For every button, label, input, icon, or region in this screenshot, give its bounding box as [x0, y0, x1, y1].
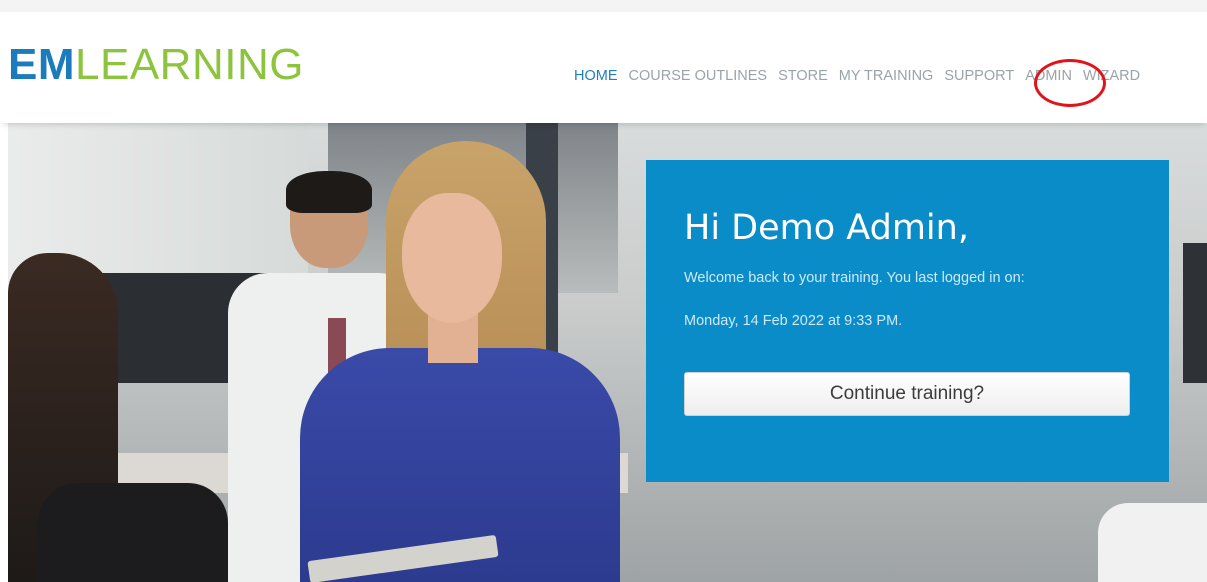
nav-course-outlines[interactable]: COURSE OUTLINES [629, 68, 768, 84]
hero-woman-left-body [38, 483, 228, 582]
nav-store[interactable]: STORE [778, 68, 828, 84]
site-header: EMLEARNING HOME COURSE OUTLINES STORE MY… [0, 12, 1207, 123]
welcome-greeting: Hi Demo Admin, [684, 208, 969, 248]
logo-em: EM [8, 40, 75, 89]
logo-learning: LEARNING [75, 40, 304, 89]
top-strip [0, 0, 1207, 12]
hero-man-hair [286, 171, 372, 213]
welcome-message: Welcome back to your training. You last … [684, 270, 1025, 286]
hero-bg-monitor-right [1183, 243, 1207, 383]
nav-support[interactable]: SUPPORT [944, 68, 1014, 84]
hero-woman-face [402, 193, 502, 323]
admin-highlight-circle [1034, 59, 1106, 107]
welcome-card: Hi Demo Admin, Welcome back to your trai… [646, 160, 1169, 482]
emlearning-logo[interactable]: EMLEARNING [8, 40, 304, 90]
nav-home[interactable]: HOME [574, 68, 618, 84]
last-login-date: Monday, 14 Feb 2022 at 9:33 PM. [684, 313, 903, 329]
nav-my-training[interactable]: MY TRAINING [839, 68, 934, 84]
hero-bg-chair [1098, 503, 1207, 582]
continue-training-button[interactable]: Continue training? [684, 372, 1130, 416]
